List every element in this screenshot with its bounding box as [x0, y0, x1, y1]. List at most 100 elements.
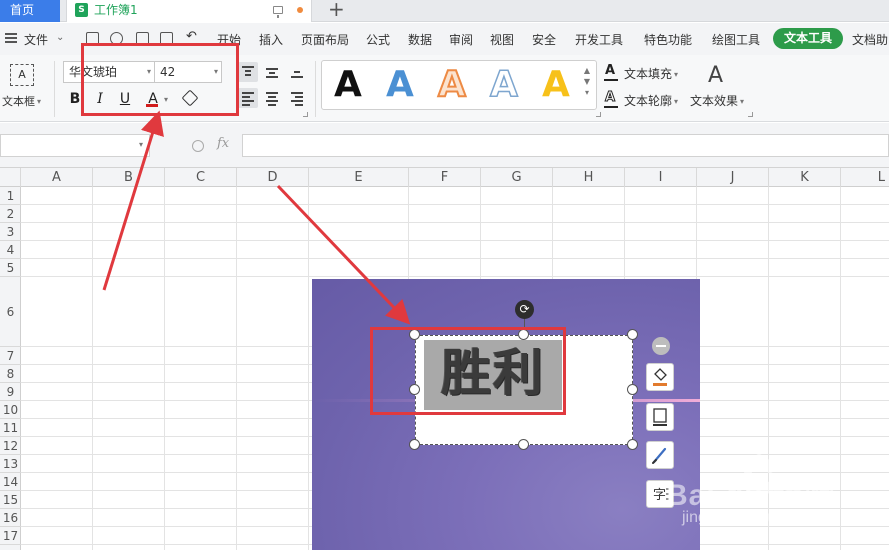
- column-header-h[interactable]: H: [553, 168, 625, 187]
- column-header-e[interactable]: E: [309, 168, 409, 187]
- row-header-13[interactable]: 13: [0, 455, 21, 473]
- align-center-button[interactable]: [262, 88, 282, 108]
- wps-spreadsheet-window: 首页 S 工作簿1 + 文件 ⌄ ↶ 开始 插入 页面布局 公式 数据 审阅 视…: [0, 0, 889, 550]
- column-header-d[interactable]: D: [237, 168, 309, 187]
- format-painter-button[interactable]: [646, 441, 674, 469]
- chevron-down-icon: ▾: [138, 140, 143, 149]
- textbox-button-label: 文本框: [2, 95, 35, 108]
- wordart-style-gold[interactable]: A: [542, 63, 570, 107]
- monitor-icon[interactable]: [273, 6, 283, 18]
- text-fill-button[interactable]: 文本填充 ▾: [624, 65, 679, 82]
- column-header-a[interactable]: A: [21, 168, 93, 187]
- menu-page-layout[interactable]: 页面布局: [301, 31, 349, 48]
- shape-fill-button[interactable]: [646, 363, 674, 391]
- align-right-button[interactable]: [287, 88, 307, 108]
- align-top-button[interactable]: [238, 62, 258, 82]
- row-header-16[interactable]: 16: [0, 509, 21, 527]
- text-fill-swatch: [604, 79, 618, 81]
- row-header-1[interactable]: 1: [0, 187, 21, 205]
- column-header-i[interactable]: I: [625, 168, 697, 187]
- dialog-launcher-icon[interactable]: [748, 112, 753, 117]
- text-effect-icon[interactable]: A: [708, 63, 723, 88]
- menu-developer[interactable]: 开发工具: [575, 31, 623, 48]
- row-header-10[interactable]: 10: [0, 401, 21, 419]
- row-header-7[interactable]: 7: [0, 347, 21, 365]
- wordart-style-blue-outline[interactable]: A: [489, 63, 518, 107]
- menu-formulas[interactable]: 公式: [366, 31, 390, 48]
- column-header-j[interactable]: J: [697, 168, 769, 187]
- unsaved-dot-icon: [297, 7, 303, 13]
- column-header-c[interactable]: C: [165, 168, 237, 187]
- column-header-g[interactable]: G: [481, 168, 553, 187]
- row-header-17[interactable]: 17: [0, 527, 21, 545]
- menu-security[interactable]: 安全: [532, 31, 556, 48]
- resize-handle-bottom-left[interactable]: [409, 439, 420, 450]
- menu-data[interactable]: 数据: [408, 31, 432, 48]
- menu-special-features[interactable]: 特色功能: [644, 31, 692, 48]
- menu-doc-assistant[interactable]: 文档助: [852, 31, 888, 48]
- align-bottom-button[interactable]: [287, 62, 307, 82]
- spreadsheet-icon: S: [75, 3, 88, 17]
- textbox-icon[interactable]: A: [10, 64, 34, 86]
- column-header-l[interactable]: L: [841, 168, 889, 187]
- menu-text-tools[interactable]: 文本工具: [773, 28, 843, 49]
- wordart-style-blue[interactable]: A: [386, 63, 414, 107]
- wordart-style-black[interactable]: A: [334, 63, 362, 107]
- row-header-11[interactable]: 11: [0, 419, 21, 437]
- chevron-down-icon: ▾: [37, 97, 42, 106]
- row-header-4[interactable]: 4: [0, 241, 21, 259]
- wordart-style-orange-outline[interactable]: A: [437, 63, 467, 107]
- tab-workbook[interactable]: S 工作簿1: [66, 0, 312, 22]
- align-middle-button[interactable]: [262, 62, 282, 82]
- row-header-2[interactable]: 2: [0, 205, 21, 223]
- watermark-brand: Bai du 经验: [666, 479, 836, 512]
- row-header-14[interactable]: 14: [0, 473, 21, 491]
- menu-review[interactable]: 审阅: [449, 31, 473, 48]
- gallery-scroll-arrows[interactable]: ▲ ▼ ▾: [582, 65, 592, 98]
- text-effect-label: 文本效果: [690, 94, 739, 108]
- name-box[interactable]: ▾: [0, 134, 150, 157]
- shape-outline-button[interactable]: [646, 403, 674, 431]
- dialog-launcher-icon[interactable]: [303, 112, 308, 117]
- resize-handle-bottom-right[interactable]: [627, 439, 638, 450]
- menu-drawing-tools[interactable]: 绘图工具: [712, 31, 760, 48]
- brush-icon: [652, 447, 667, 464]
- undo-icon[interactable]: ↶: [186, 29, 199, 44]
- menu-insert[interactable]: 插入: [259, 31, 283, 48]
- formula-bar: ▾ fx: [0, 123, 889, 168]
- align-left-button[interactable]: [238, 88, 258, 108]
- chevron-down-icon: ▾: [674, 70, 679, 79]
- row-header-12[interactable]: 12: [0, 437, 21, 455]
- resize-handle-right[interactable]: [627, 384, 638, 395]
- hamburger-menu-icon[interactable]: [5, 33, 17, 43]
- column-header-k[interactable]: K: [769, 168, 841, 187]
- row-header-15[interactable]: 15: [0, 491, 21, 509]
- text-outline-button[interactable]: 文本轮廓 ▾: [624, 92, 678, 109]
- select-all-corner[interactable]: [0, 168, 21, 187]
- text-outline-icon: A: [604, 90, 616, 106]
- resize-handle-top-right[interactable]: [627, 329, 638, 340]
- row-header-3[interactable]: 3: [0, 223, 21, 241]
- collapse-minus-icon[interactable]: [652, 337, 670, 355]
- text-effect-button[interactable]: 文本效果 ▾: [690, 92, 744, 109]
- row-header-6[interactable]: 6: [0, 277, 21, 347]
- divider: [54, 61, 55, 117]
- rotate-handle-icon[interactable]: ⟳: [515, 300, 534, 319]
- tab-home[interactable]: 首页: [0, 0, 60, 22]
- column-header-f[interactable]: F: [409, 168, 481, 187]
- row-header-5[interactable]: 5: [0, 259, 21, 277]
- resize-handle-bottom[interactable]: [518, 439, 529, 450]
- insert-function-fx-icon[interactable]: fx: [217, 136, 229, 151]
- column-header-b[interactable]: B: [93, 168, 165, 187]
- formula-input[interactable]: [242, 134, 889, 157]
- textbox-button[interactable]: 文本框 ▾: [2, 93, 42, 109]
- tab-bar: 首页 S 工作簿1 +: [0, 0, 889, 22]
- menu-view[interactable]: 视图: [490, 31, 514, 48]
- new-tab-plus-icon[interactable]: +: [328, 0, 345, 20]
- menu-file[interactable]: 文件: [24, 31, 48, 48]
- dialog-launcher-icon[interactable]: [596, 112, 601, 117]
- zoom-search-icon[interactable]: [192, 140, 204, 152]
- chevron-down-icon[interactable]: ⌄: [56, 32, 64, 43]
- row-header-8[interactable]: 8: [0, 365, 21, 383]
- row-header-9[interactable]: 9: [0, 383, 21, 401]
